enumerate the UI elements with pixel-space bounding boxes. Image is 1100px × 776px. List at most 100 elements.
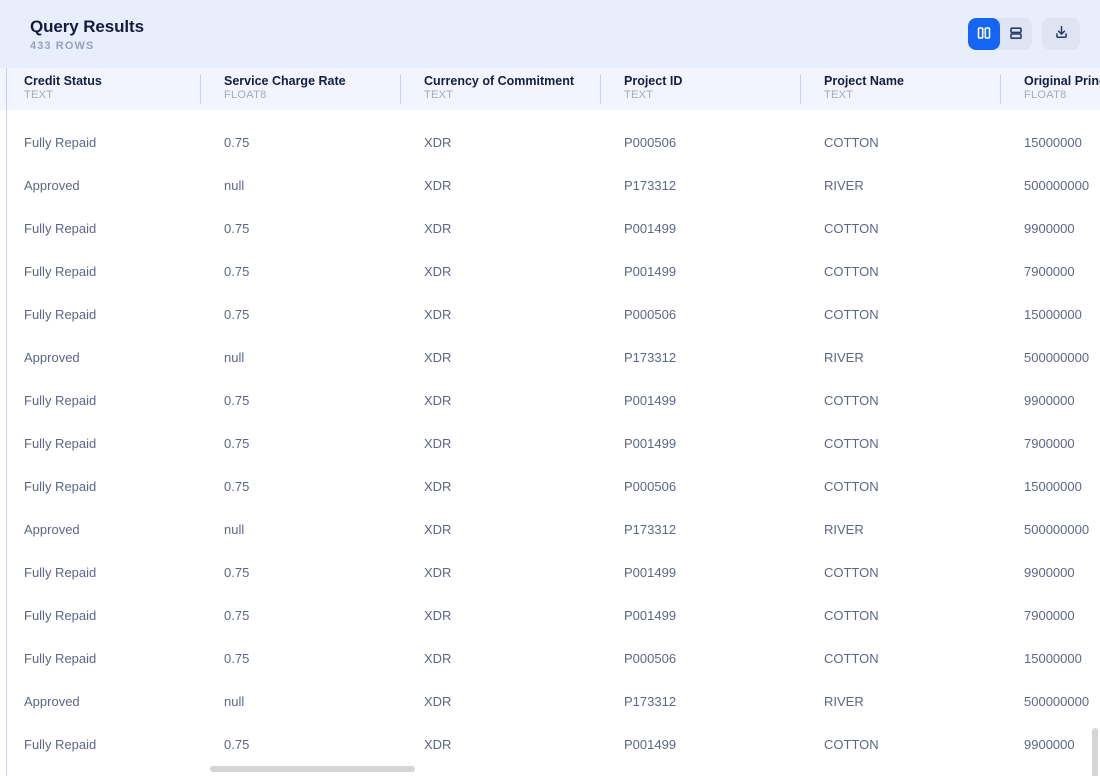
download-icon	[1053, 24, 1070, 44]
column-view-button[interactable]	[968, 18, 1000, 50]
table-cell: XDR	[424, 178, 452, 193]
table-cell: 9900000	[1024, 221, 1075, 236]
column-header-service-charge-rate[interactable]: Service Charge Rate FLOAT8	[200, 68, 400, 110]
row-count-label: 433 ROWS	[30, 39, 95, 52]
table-cell: 0.75	[224, 135, 250, 150]
table-cell: 9900000	[1024, 393, 1075, 408]
table-cell: P001499	[624, 737, 677, 752]
column-header-original-principal-amount[interactable]: Original Principal Amount FLOAT8	[1000, 68, 1100, 110]
table-cell: XDR	[424, 522, 452, 537]
column-name: Original Principal Amount	[1024, 74, 1100, 88]
table-cell: XDR	[424, 221, 452, 236]
table-cell: XDR	[424, 651, 452, 666]
table-cell: Approved	[24, 350, 80, 365]
table-cell: Fully Repaid	[24, 436, 97, 451]
column-type: TEXT	[24, 89, 54, 101]
download-button[interactable]	[1042, 18, 1080, 50]
table-row[interactable]: Approved null XDR P173312 RIVER 500000000	[0, 680, 1100, 723]
table-cell: null	[224, 350, 245, 365]
left-rail-divider	[6, 68, 7, 776]
table-row[interactable]: Fully Repaid 0.75 XDR P000506 COTTON 15000000	[0, 637, 1100, 680]
table-cell: 0.75	[224, 264, 250, 279]
page-title: Query Results	[30, 16, 144, 36]
table-cell: P001499	[624, 264, 677, 279]
table-cell: P173312	[624, 522, 677, 537]
table-row[interactable]: Fully Repaid 0.75 XDR P000506 COTTON 15000000	[0, 121, 1100, 164]
table-cell: Approved	[24, 522, 80, 537]
table-cell: RIVER	[824, 350, 864, 365]
table-row[interactable]: Fully Repaid 0.75 XDR P000506 COTTON 15000000	[0, 465, 1100, 508]
table-cell: XDR	[424, 565, 452, 580]
horizontal-scrollbar[interactable]	[0, 762, 1100, 776]
table-cell: XDR	[424, 307, 452, 322]
table-cell: COTTON	[824, 479, 879, 494]
table-cell: COTTON	[824, 737, 879, 752]
table-row[interactable]: Fully Repaid0.75XDRP001499COTTON9900000	[0, 379, 1100, 422]
table-row[interactable]: Fully Repaid0.75XDRP001499COTTON9900000	[0, 207, 1100, 250]
table-row[interactable]: Fully Repaid0.75XDRP001499COTTON9900000	[0, 551, 1100, 594]
column-header-project-id[interactable]: Project ID TEXT	[600, 68, 800, 110]
table-row[interactable]: Fully Repaid 0.75 XDR P000506 COTTON 15000000	[0, 293, 1100, 336]
table-cell: 0.75	[224, 479, 250, 494]
table-cell: P000506	[624, 479, 677, 494]
table-cell: null	[224, 694, 245, 709]
column-type: TEXT	[624, 89, 654, 101]
table-cell: Approved	[24, 178, 80, 193]
table-cell: 0.75	[224, 737, 250, 752]
table-cell: RIVER	[824, 178, 864, 193]
column-name: Credit Status	[24, 74, 102, 88]
table-row[interactable]: Approved null XDR P173312 RIVER 500000000	[0, 164, 1100, 207]
table-cell: 9900000	[1024, 565, 1075, 580]
results-table-body[interactable]: Fully Repaid 0.75 XDR P001499 COTTON 9900000 F…	[0, 110, 1100, 776]
table-row[interactable]: Approved null XDR P173312 RIVER 500000000	[0, 336, 1100, 379]
table-row[interactable]: Fully Repaid 0.75 XDR P001499 COTTON 7900000	[0, 422, 1100, 465]
column-header-project-name[interactable]: Project Name TEXT	[800, 68, 1000, 110]
table-row[interactable]: Approved null XDR P173312 RIVER 500000000	[0, 508, 1100, 551]
table-cell: 500000000	[1024, 522, 1090, 537]
column-header-currency-of-commitment[interactable]: Currency of Commitment TEXT	[400, 68, 600, 110]
table-row[interactable]: Fully Repaid 0.75 XDR P001499 COTTON 7900000	[0, 250, 1100, 293]
table-cell: Fully Repaid	[24, 565, 97, 580]
table-cell: 15000000	[1024, 307, 1082, 322]
column-header-credit-status[interactable]: Credit Status TEXT	[0, 68, 200, 110]
table-cell: 7900000	[1024, 608, 1075, 623]
table-cell: XDR	[424, 264, 452, 279]
table-cell: Fully Repaid	[24, 608, 97, 623]
table-cell: 0.75	[224, 608, 250, 623]
table-cell: 0.75	[224, 651, 250, 666]
vertical-scrollbar[interactable]	[1091, 110, 1100, 776]
table-cell: XDR	[424, 479, 452, 494]
horizontal-scrollbar-thumb[interactable]	[210, 766, 415, 772]
table-cell: 7900000	[1024, 264, 1075, 279]
table-cell: RIVER	[824, 694, 864, 709]
table-cell: COTTON	[824, 436, 879, 451]
view-mode-toggle[interactable]	[968, 18, 1032, 50]
table-cell: XDR	[424, 694, 452, 709]
table-cell: Fully Repaid	[24, 264, 97, 279]
table-row[interactable]: Fully Repaid 0.75 XDR P001499 COTTON 7900000	[0, 594, 1100, 637]
column-type: FLOAT8	[1024, 89, 1067, 101]
row-view-button[interactable]	[1000, 18, 1032, 50]
column-name: Project ID	[624, 74, 683, 88]
table-row[interactable]: Fully Repaid0.75XDRP001499COTTON9900000	[0, 723, 1100, 766]
table-cell: XDR	[424, 608, 452, 623]
table-cell: 15000000	[1024, 479, 1082, 494]
title-block: Query Results 433 ROWS	[30, 17, 144, 52]
column-name: Project Name	[824, 74, 904, 88]
table-cell: P001499	[624, 393, 677, 408]
table-cell: COTTON	[824, 307, 879, 322]
table-cell: 0.75	[224, 221, 250, 236]
table-row[interactable]: Fully Repaid0.75XDRP001499COTTON9900000	[0, 110, 1100, 121]
column-type: FLOAT8	[224, 89, 267, 101]
table-cell: Fully Repaid	[24, 221, 97, 236]
table-cell: 7900000	[1024, 436, 1075, 451]
table-cell: COTTON	[824, 393, 879, 408]
table-cell: null	[224, 522, 245, 537]
columns-icon	[976, 25, 992, 44]
table-cell: COTTON	[824, 264, 879, 279]
column-header-row: Credit Status TEXT Service Charge Rate F…	[0, 68, 1100, 110]
table-cell: XDR	[424, 135, 452, 150]
table-cell: Fully Repaid	[24, 135, 97, 150]
toolbar-actions	[968, 18, 1080, 50]
rows-icon	[1008, 25, 1024, 44]
